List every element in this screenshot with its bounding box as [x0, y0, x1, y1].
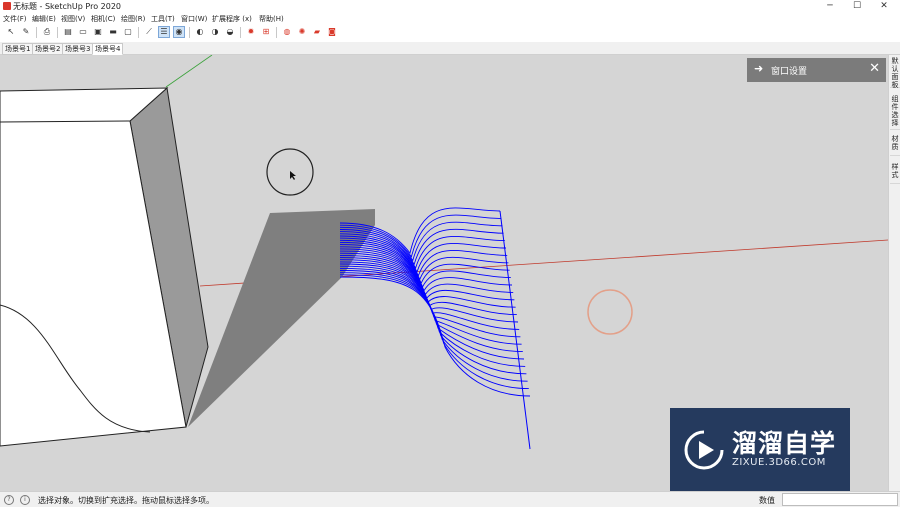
watermark-title: 溜溜自学: [732, 429, 837, 458]
tray-tab-styles[interactable]: 样式: [890, 163, 900, 184]
geo-icon[interactable]: ?: [4, 495, 14, 505]
close-button[interactable]: ✕: [870, 0, 898, 13]
measurements-label: 数值: [759, 496, 775, 505]
mouse-pointer-icon: [290, 171, 296, 180]
toolbar-divider: [276, 27, 277, 38]
toolbar-divider: [36, 27, 37, 38]
view-top-icon[interactable]: ▭: [78, 27, 88, 37]
print-icon[interactable]: ⎙: [42, 27, 52, 37]
menu-file[interactable]: 文件(F): [3, 14, 27, 24]
status-bar: ? i 选择对象。切换到扩充选择。拖动鼠标选择多项。 数值: [0, 491, 900, 507]
profile-line[interactable]: [339, 267, 526, 367]
sketchup-logo-icon: [3, 2, 11, 10]
gear-icon[interactable]: ✹: [246, 27, 256, 37]
menu-bar: 文件(F) 编辑(E) 视图(V) 相机(C) 绘图(R) 工具(T) 窗口(W…: [0, 13, 900, 24]
menu-draw[interactable]: 绘图(R): [121, 14, 145, 24]
menu-help[interactable]: 帮助(H): [259, 14, 284, 24]
measurements-input[interactable]: [782, 493, 898, 506]
toolbar: ↖ ✎ ⎙ ▤ ▭ ▣ ▬ ▢ ⟋ ☰ ◉ ◐ ◑ ◒ ✹ ⊞ ◍ ✺ ▰ ◙: [0, 24, 900, 43]
hidden-line-icon[interactable]: ☰: [158, 26, 170, 38]
panel-title: 窗口设置: [771, 67, 808, 77]
fog-icon[interactable]: ✺: [297, 27, 307, 37]
shadow-icon[interactable]: ◍: [282, 27, 292, 37]
wire-icon[interactable]: ⟋: [144, 27, 154, 37]
play-logo-icon: [684, 430, 724, 470]
tray-tab-default[interactable]: 默认面板: [890, 57, 900, 89]
toolbar-divider: [57, 27, 58, 38]
menu-edit[interactable]: 编辑(E): [32, 14, 56, 24]
profile-line[interactable]: [339, 244, 513, 292]
green-axis: [165, 55, 213, 88]
tray-tab-materials[interactable]: 材质: [890, 135, 900, 156]
view-front-icon[interactable]: ▣: [93, 27, 103, 37]
profile-line[interactable]: [339, 261, 522, 345]
ground-shadow: [188, 209, 375, 427]
watermark: 溜溜自学 ZIXUE.3D66.COM: [670, 408, 850, 492]
select-icon[interactable]: ↖: [6, 27, 16, 37]
shaded-icon[interactable]: ◉: [173, 26, 185, 38]
scene-tab-3[interactable]: 场景号3: [62, 43, 94, 55]
window-title: 无标题 - SketchUp Pro 2020: [13, 2, 121, 11]
window-settings-panel[interactable]: ➜ 窗口设置 ✕: [747, 58, 886, 82]
info-icon[interactable]: i: [20, 495, 30, 505]
profile-line[interactable]: [339, 257, 520, 330]
view-right-icon[interactable]: ▬: [108, 27, 118, 37]
scene-tab-2[interactable]: 场景号2: [32, 43, 64, 55]
close-icon[interactable]: ✕: [869, 61, 880, 77]
camera-icon[interactable]: ◙: [327, 27, 337, 37]
style-1-icon[interactable]: ◐: [195, 27, 205, 37]
toolbar-divider: [138, 27, 139, 38]
arrow-right-icon[interactable]: ➜: [754, 62, 763, 75]
menu-view[interactable]: 视图(V): [61, 14, 85, 24]
toolbar-divider: [240, 27, 241, 38]
right-tray-tabs: 默认面板 组件选择 材质 样式: [888, 55, 900, 491]
scene-tab-1[interactable]: 场景号1: [2, 43, 34, 55]
toolbar-divider: [189, 27, 190, 38]
style-3-icon[interactable]: ◒: [225, 27, 235, 37]
profile-line[interactable]: [339, 270, 527, 375]
maximize-button[interactable]: ☐: [843, 0, 871, 13]
minimize-button[interactable]: ─: [816, 0, 844, 13]
profile-line[interactable]: [339, 272, 528, 382]
scene-tabs: 场景号1 场景号2 场景号3 场景号4: [0, 42, 900, 55]
click-indicator-circle: [587, 289, 633, 335]
tray-tab-components[interactable]: 组件选择: [890, 95, 900, 130]
view-iso-icon[interactable]: ▤: [63, 27, 73, 37]
profile-line[interactable]: [339, 263, 523, 353]
blue-profile-lines[interactable]: [339, 207, 531, 450]
menu-tools[interactable]: 工具(T): [151, 14, 175, 24]
menu-camera[interactable]: 相机(C): [91, 14, 115, 24]
scene-tab-4[interactable]: 场景号4: [92, 43, 124, 55]
title-bar: 无标题 - SketchUp Pro 2020 ─ ☐ ✕: [0, 0, 900, 13]
menu-extensions[interactable]: 扩展程序 (x): [212, 14, 252, 24]
paint-icon[interactable]: ✎: [21, 27, 31, 37]
status-message: 选择对象。切换到扩充选择。拖动鼠标选择多项。: [38, 496, 214, 505]
folder-icon[interactable]: ▰: [312, 27, 322, 37]
view-back-icon[interactable]: ▢: [123, 27, 133, 37]
style-2-icon[interactable]: ◑: [210, 27, 220, 37]
profile-boundary-line[interactable]: [499, 210, 531, 450]
component-icon[interactable]: ⊞: [261, 27, 271, 37]
watermark-url: ZIXUE.3D66.COM: [732, 457, 826, 468]
menu-window[interactable]: 窗口(W): [181, 14, 207, 24]
